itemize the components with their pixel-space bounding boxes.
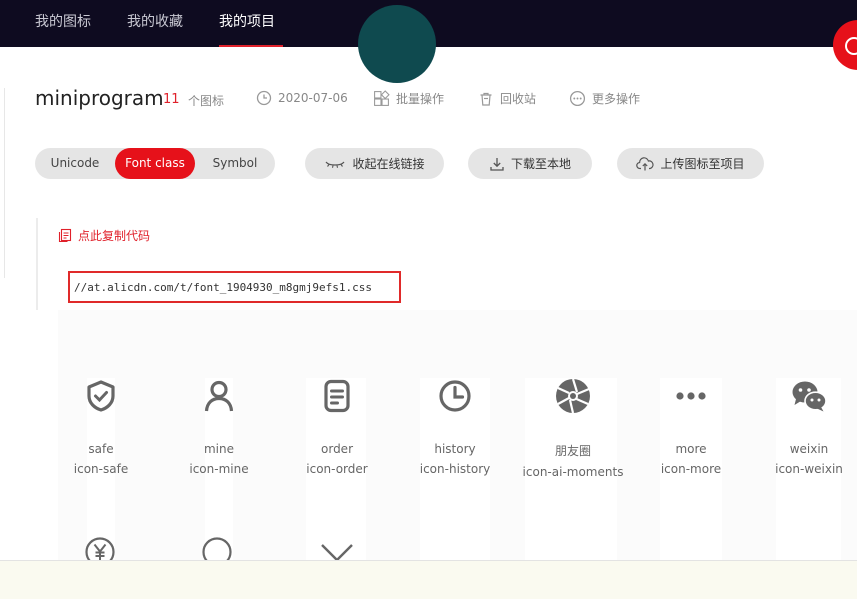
aperture-icon: [556, 378, 590, 414]
icon-card-more[interactable]: more icon-more: [636, 378, 746, 476]
divider: [4, 88, 5, 278]
wechat-icon: [792, 381, 827, 412]
batch-operation-label: 批量操作: [396, 92, 445, 106]
segment-unicode[interactable]: Unicode: [35, 148, 115, 179]
closed-eye-icon: [326, 161, 345, 168]
more-circle-icon: [569, 90, 586, 107]
copy-code-label: 点此复制代码: [78, 229, 151, 243]
icon-class-name: icon-safe: [73, 462, 129, 476]
icon-card-history[interactable]: history icon-history: [400, 378, 510, 476]
tab-my-projects[interactable]: 我的项目: [219, 0, 283, 47]
icon-card-weixin[interactable]: weixin icon-weixin: [754, 378, 857, 476]
icon-class-name: icon-more: [660, 462, 722, 476]
download-icon: [490, 157, 504, 171]
copy-icon: [58, 228, 72, 243]
search-icon: [845, 37, 857, 55]
cloud-upload-icon: [636, 156, 655, 170]
upload-icons-label: 上传图标至项目: [660, 157, 745, 171]
shield-check-icon: [87, 380, 115, 412]
recycle-bin-button[interactable]: 回收站: [478, 90, 536, 107]
download-local-label: 下载至本地: [510, 157, 571, 171]
segment-font-class[interactable]: Font class: [115, 148, 195, 179]
icon-name: more: [675, 442, 707, 456]
icon-card-safe[interactable]: safe icon-safe: [46, 378, 156, 476]
clock-icon: [439, 380, 471, 412]
icon-name: order: [321, 442, 353, 456]
icon-class-name: icon-ai-moments: [522, 465, 624, 479]
project-date-text: 2020-07-06: [278, 91, 348, 105]
icon-class-name: icon-history: [419, 462, 491, 476]
icon-card-order[interactable]: order icon-order: [282, 378, 392, 476]
icon-card-mine[interactable]: mine icon-mine: [164, 378, 274, 476]
project-date: 2020-07-06: [256, 90, 348, 106]
grid-icon: [374, 90, 390, 106]
upload-icons-button[interactable]: 上传图标至项目: [617, 148, 764, 179]
format-segmented-control: Unicode Font class Symbol: [35, 148, 275, 179]
icon-class-name: icon-order: [306, 462, 368, 476]
icon-class-name: icon-weixin: [775, 462, 843, 476]
icon-card-moments[interactable]: 朋友圈 icon-ai-moments: [518, 378, 628, 479]
icon-name: history: [434, 442, 476, 456]
more-operations-label: 更多操作: [592, 92, 641, 106]
recycle-bin-label: 回收站: [500, 92, 537, 106]
download-local-button[interactable]: 下载至本地: [468, 148, 592, 179]
tab-my-icons[interactable]: 我的图标: [35, 0, 91, 47]
tab-my-favorites[interactable]: 我的收藏: [127, 0, 183, 47]
segment-symbol[interactable]: Symbol: [195, 148, 275, 179]
icon-count: 11: [163, 92, 180, 107]
project-title: miniprogram: [35, 86, 164, 110]
icon-count-label: 个图标: [188, 94, 225, 108]
more-dots-icon: [676, 392, 706, 400]
css-url[interactable]: //at.alicdn.com/t/font_1904930_m8gmj9efs…: [74, 281, 372, 294]
icon-name: 朋友圈: [554, 444, 591, 458]
bottom-bar: [0, 560, 857, 599]
icon-class-name: icon-mine: [189, 462, 249, 476]
top-nav: 我的图标 我的收藏 我的项目: [0, 0, 857, 83]
icon-name: weixin: [789, 442, 829, 456]
trash-icon: [480, 92, 492, 106]
icon-name: safe: [88, 442, 114, 456]
clock-icon: [256, 90, 272, 106]
icon-name: mine: [203, 442, 234, 456]
collapse-online-link-button[interactable]: 收起在线链接: [305, 148, 444, 179]
collapse-online-link-label: 收起在线链接: [352, 157, 425, 171]
copy-code-button[interactable]: 点此复制代码: [58, 227, 150, 244]
batch-operation-button[interactable]: 批量操作: [373, 90, 444, 107]
decorative-blob: [358, 5, 436, 83]
document-icon: [324, 379, 350, 413]
more-operations-button[interactable]: 更多操作: [569, 90, 640, 107]
user-icon: [204, 380, 234, 412]
